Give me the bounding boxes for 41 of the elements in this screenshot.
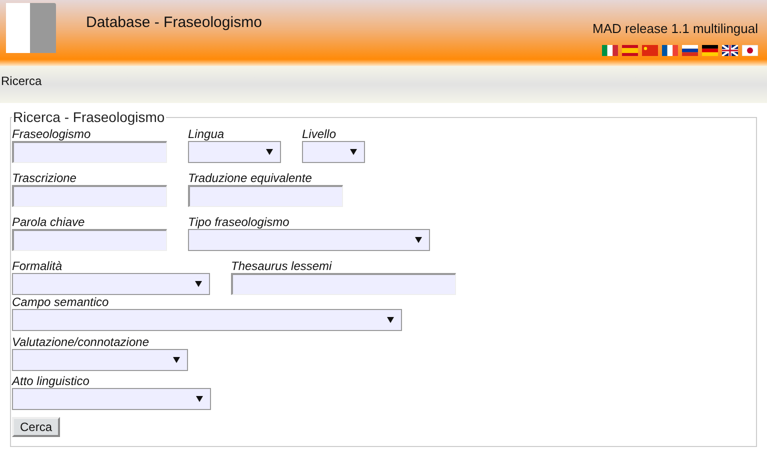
field-label: Lingua (188, 128, 224, 141)
caret-icon (415, 237, 422, 243)
field-label: Formalità (12, 260, 62, 273)
flag-icon[interactable] (722, 44, 738, 56)
caret-icon (387, 317, 394, 323)
text-field[interactable] (12, 141, 167, 163)
flag-icon[interactable] (662, 44, 678, 56)
panel-legend: Ricerca - Fraseologismo (12, 107, 166, 128)
text-field[interactable] (231, 273, 456, 295)
text-field[interactable] (188, 185, 343, 207)
caret-icon (350, 149, 357, 155)
text-field[interactable] (12, 185, 167, 207)
field-label: Parola chiave (12, 216, 85, 229)
field-label: Livello (302, 128, 336, 141)
page-title: Database - Fraseologismo (86, 13, 262, 33)
field-label: Trascrizione (12, 172, 76, 185)
dropdown[interactable] (302, 141, 365, 163)
dropdown[interactable] (12, 349, 188, 371)
caret-icon (266, 149, 273, 155)
flag-icon[interactable] (702, 44, 718, 56)
dropdown[interactable] (188, 229, 430, 251)
search-button[interactable]: Cerca (12, 417, 60, 437)
flag-icon[interactable] (682, 44, 698, 56)
field-label: Fraseologismo (12, 128, 91, 141)
field-label: Thesaurus lessemi (231, 260, 332, 273)
caret-icon (195, 281, 202, 287)
text-field[interactable] (12, 229, 167, 251)
logo-icon (6, 3, 56, 53)
field-label: Valutazione/connotazione (12, 336, 149, 349)
dropdown[interactable] (12, 309, 402, 331)
field-label: Traduzione equivalente (188, 172, 312, 185)
field-label: Tipo fraseologismo (188, 216, 290, 229)
field-label: Campo semantico (12, 296, 109, 309)
caret-icon (196, 396, 203, 402)
nav-link[interactable]: Ricerca (1, 72, 42, 90)
dropdown[interactable] (12, 273, 210, 295)
caret-icon (173, 357, 180, 363)
field-label: Atto linguistico (12, 375, 90, 388)
dropdown[interactable] (188, 141, 281, 163)
release-label: MAD release 1.1 multilingual (592, 20, 758, 38)
dropdown[interactable] (12, 388, 211, 410)
